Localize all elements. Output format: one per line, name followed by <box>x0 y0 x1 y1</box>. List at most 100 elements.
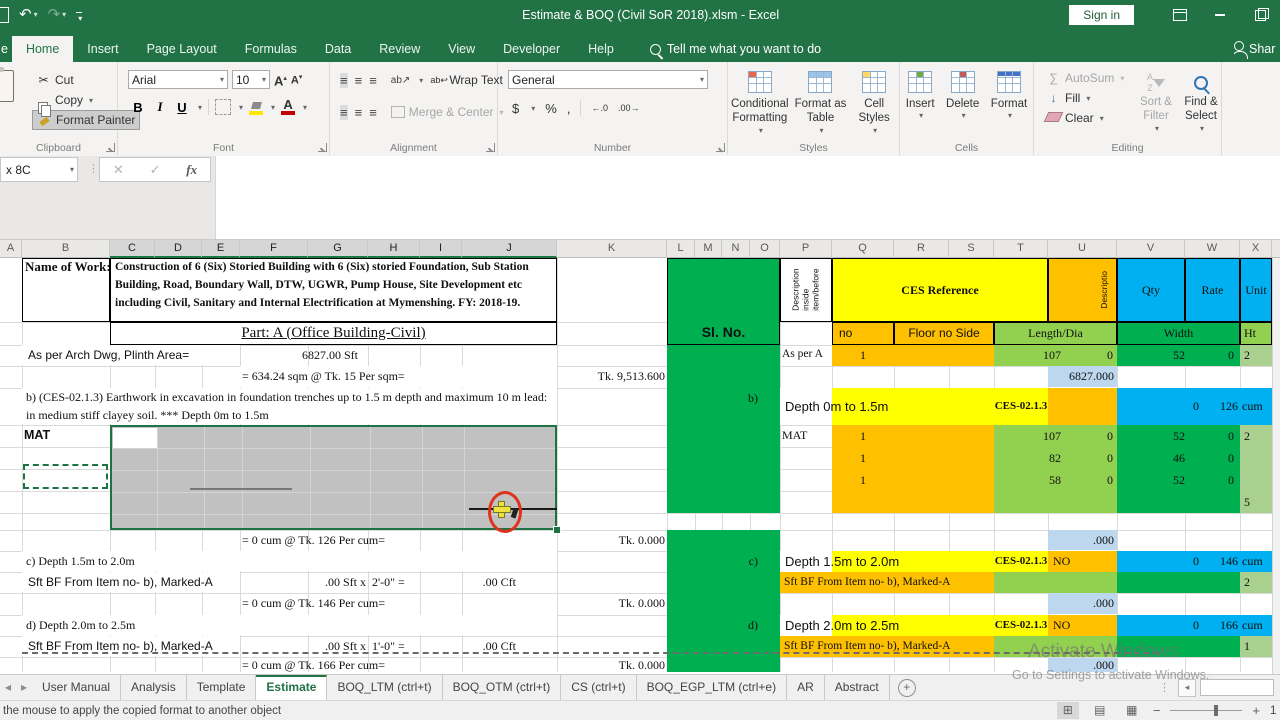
enter-icon[interactable]: ✓ <box>150 162 161 178</box>
column-header-B[interactable]: B <box>22 240 110 258</box>
tell-me-search[interactable]: Tell me what you want to do <box>649 36 821 62</box>
new-sheet-button[interactable]: + <box>897 679 916 697</box>
ribbon-tab-formulas[interactable]: Formulas <box>231 36 311 62</box>
column-header-X[interactable]: X <box>1240 240 1272 258</box>
cell[interactable]: 6827.000 <box>1048 366 1117 387</box>
cell[interactable]: d) Depth 2.0m to 2.5m <box>22 615 557 635</box>
font-size-combo[interactable]: 10 <box>232 70 270 89</box>
cell[interactable]: 58 <box>994 469 1069 491</box>
cell[interactable]: Part: A (Office Building-Civil) <box>110 322 557 345</box>
column-header-P[interactable]: P <box>780 240 832 258</box>
cell[interactable]: b) (CES-02.1.3) Earthwork in excavation … <box>22 388 557 424</box>
cell[interactable] <box>994 491 1117 513</box>
number-format-combo[interactable]: General <box>508 70 708 89</box>
sheet-tab-template[interactable]: Template <box>187 675 257 700</box>
column-header-C[interactable]: C <box>110 240 155 258</box>
cancel-icon[interactable]: ✕ <box>113 162 124 178</box>
cell[interactable] <box>1117 491 1240 513</box>
align-left-icon[interactable]: ≡ <box>340 104 348 120</box>
zoom-slider[interactable] <box>1170 705 1243 717</box>
redo-button[interactable]: ↷ <box>48 0 67 30</box>
zoom-out-button[interactable]: − <box>1153 703 1161 718</box>
ribbon-tab-home[interactable]: Home <box>11 36 74 62</box>
ribbon-tab-help[interactable]: Help <box>574 36 628 62</box>
cell[interactable]: Floor no Side <box>894 322 994 345</box>
ribbon-tab-data[interactable]: Data <box>311 36 365 62</box>
cell[interactable]: 0 <box>1069 345 1117 366</box>
cell[interactable]: Descriptio <box>1094 258 1116 322</box>
customize-qat-button[interactable] <box>76 11 83 27</box>
cell[interactable]: Unit <box>1240 258 1272 322</box>
cell[interactable]: .000 <box>1048 530 1117 550</box>
cell[interactable]: 107 <box>994 345 1069 366</box>
sheet-tab-abstract[interactable]: Abstract <box>825 675 890 700</box>
cell[interactable]: As per Arch Dwg, Plinth Area= <box>22 345 240 365</box>
align-bottom-icon[interactable]: ≡ <box>369 73 377 88</box>
cell[interactable]: cum <box>1240 388 1272 425</box>
sheet-tab-estimate[interactable]: Estimate <box>256 675 328 700</box>
autosum-button[interactable]: ∑ AutoSum <box>1042 68 1128 88</box>
cell[interactable]: 46 <box>1117 447 1195 469</box>
column-header-M[interactable]: M <box>695 240 722 258</box>
cell[interactable]: Qty <box>1117 258 1185 322</box>
clear-button[interactable]: Clear <box>1042 108 1128 128</box>
cell[interactable] <box>667 530 780 672</box>
column-header-V[interactable]: V <box>1117 240 1185 258</box>
cell[interactable]: 2 <box>1240 345 1272 366</box>
cell[interactable]: 0 <box>1195 469 1240 491</box>
cell[interactable]: Tk. 0.000 <box>557 658 667 672</box>
font-dialog-launcher[interactable] <box>318 143 327 152</box>
cell[interactable]: 2'-0" = <box>368 572 420 592</box>
cell[interactable]: 1 <box>832 345 894 366</box>
column-header-H[interactable]: H <box>368 240 420 258</box>
increase-decimal-button[interactable]: ←.0 <box>591 103 608 113</box>
cell[interactable]: .00 Sft x <box>240 572 368 592</box>
column-header-F[interactable]: F <box>240 240 308 258</box>
cell[interactable]: = 0 cum @ Tk. 166 Per cum= <box>240 658 557 672</box>
cell[interactable]: Depth 2.0m to 2.5m <box>780 615 994 636</box>
column-header-U[interactable]: U <box>1048 240 1117 258</box>
insert-function-icon[interactable]: fx <box>186 162 197 178</box>
cell[interactable]: CES-02.1.3 <box>994 615 1048 636</box>
alignment-dialog-launcher[interactable] <box>486 143 495 152</box>
tab-splitter[interactable]: ⋮ <box>1159 681 1170 694</box>
hscroll-thumb[interactable] <box>1200 679 1274 696</box>
cell[interactable] <box>832 491 994 513</box>
page-break-view-button[interactable]: ▦ <box>1121 702 1143 719</box>
underline-button[interactable]: U <box>174 100 190 115</box>
bold-button[interactable]: B <box>130 100 146 115</box>
align-center-icon[interactable]: ≡ <box>355 105 363 120</box>
cell[interactable]: 52 <box>1117 425 1195 447</box>
cell[interactable]: 0 <box>1117 551 1205 572</box>
find-select-button[interactable]: Find & Select <box>1180 66 1222 134</box>
cell[interactable]: Depth 1.5m to 2.0m <box>780 551 994 572</box>
share-button[interactable]: Shar <box>1234 36 1280 62</box>
cell[interactable]: 5 <box>1240 491 1272 513</box>
number-dialog-launcher[interactable] <box>716 143 725 152</box>
cell[interactable]: MAT <box>22 425 108 446</box>
restore-button[interactable] <box>1240 0 1280 30</box>
cell[interactable]: 1 <box>832 469 894 491</box>
column-header-A[interactable]: A <box>0 240 22 258</box>
column-header-E[interactable]: E <box>202 240 240 258</box>
sheet-tab-user-manual[interactable]: User Manual <box>32 675 122 700</box>
column-header-S[interactable]: S <box>949 240 994 258</box>
sheet-nav-left[interactable]: ◂ <box>0 675 16 700</box>
cell[interactable]: Depth 0m to 1.5m <box>780 388 994 425</box>
cell[interactable]: 1 <box>1240 636 1272 657</box>
cell[interactable]: cum <box>1240 551 1272 572</box>
comma-button[interactable]: , <box>567 101 571 116</box>
cell[interactable]: Tk. 9,513.600 <box>557 366 667 387</box>
sheet-tab-boq-egp-ltm-ctrl-e-[interactable]: BOQ_EGP_LTM (ctrl+e) <box>637 675 788 700</box>
zoom-level[interactable]: 1 <box>1270 705 1276 717</box>
cell[interactable]: .000 <box>1048 593 1117 614</box>
cell[interactable]: As per A <box>780 345 832 365</box>
cell[interactable]: 0 <box>1117 388 1205 425</box>
sign-in-button[interactable]: Sign in <box>1069 5 1134 25</box>
fill-handle[interactable] <box>553 526 561 534</box>
cell[interactable]: Sl. No. <box>667 258 780 345</box>
cell[interactable]: NO <box>1048 615 1117 636</box>
sheet-tab-analysis[interactable]: Analysis <box>121 675 187 700</box>
cell[interactable]: 0 <box>1069 425 1117 447</box>
align-right-icon[interactable]: ≡ <box>369 105 377 120</box>
